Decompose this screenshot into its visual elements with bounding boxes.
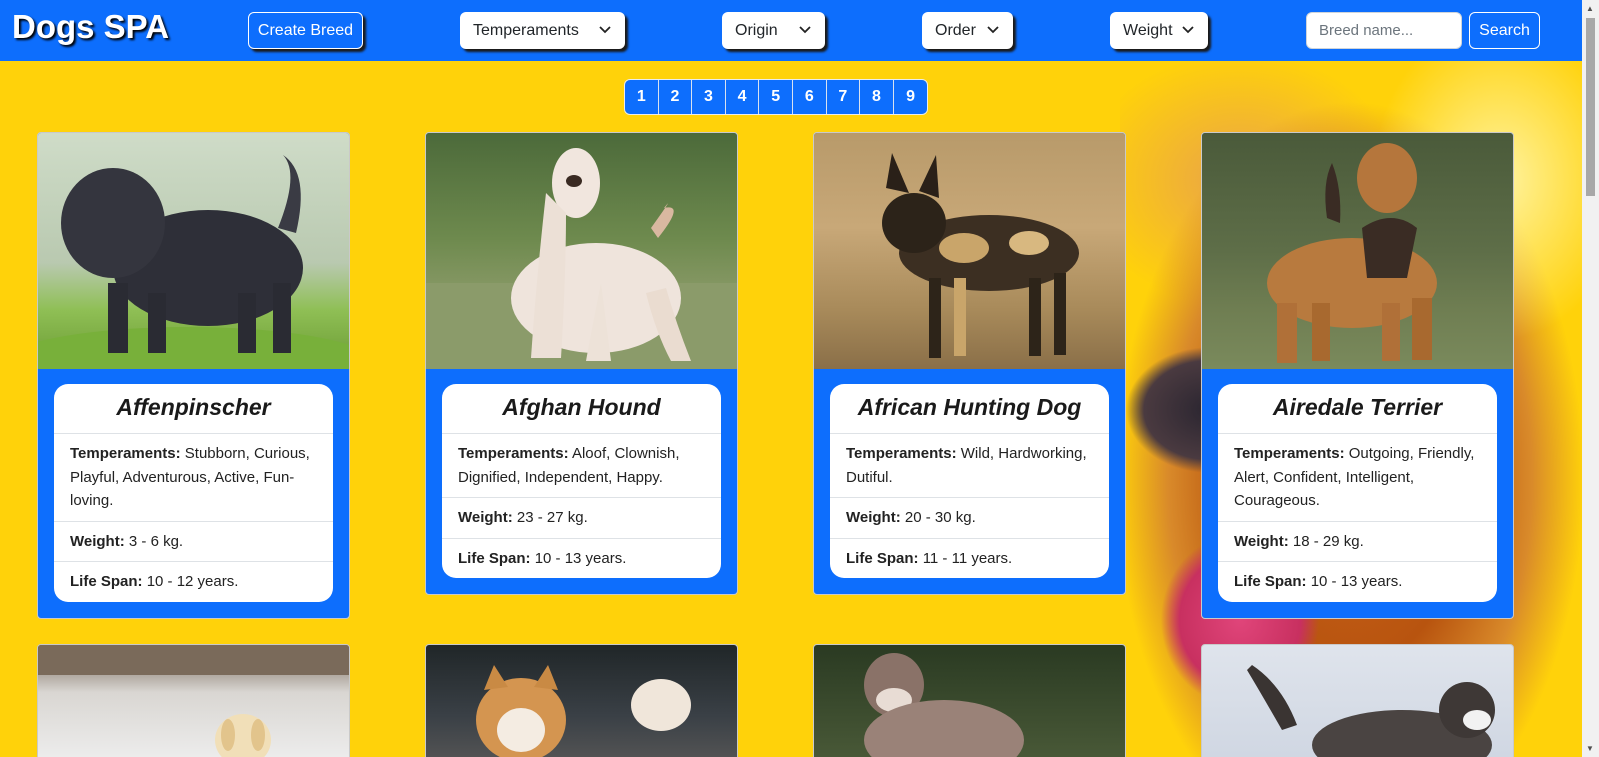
breed-card[interactable] xyxy=(1201,644,1514,757)
life-span-row: Life Span: 10 - 13 years. xyxy=(442,539,721,579)
breed-card[interactable] xyxy=(37,644,350,757)
navbar: Dogs SPA Create Breed Temperaments Origi… xyxy=(0,0,1582,61)
temperaments-select-label: Temperaments xyxy=(473,21,579,39)
breed-name: African Hunting Dog xyxy=(830,384,1109,434)
page-scrollbar[interactable]: ▲ ▼ xyxy=(1582,0,1599,757)
temperaments-row: Temperaments: Aloof, Clownish, Dignified… xyxy=(442,434,721,498)
life-span-label: Life Span: xyxy=(1234,573,1307,590)
weight-label: Weight: xyxy=(458,509,513,526)
affenpinscher-illustration xyxy=(38,155,349,369)
scroll-thumb[interactable] xyxy=(1586,18,1595,196)
breed-photo xyxy=(814,133,1125,369)
weight-row: Weight: 3 - 6 kg. xyxy=(54,522,333,562)
origin-select-label: Origin xyxy=(735,21,778,39)
breed-card[interactable]: Airedale Terrier Temperaments: Outgoing,… xyxy=(1201,132,1514,619)
chevron-down-icon xyxy=(599,26,611,34)
breed-photo xyxy=(426,133,737,369)
afghan-hound-illustration xyxy=(426,148,737,369)
chevron-down-icon xyxy=(1182,26,1194,34)
life-span-label: Life Span: xyxy=(846,549,919,567)
breed-card-body: Affenpinscher Temperaments: Stubborn, Cu… xyxy=(54,384,333,602)
life-span-row: Life Span: 11 - 11 years. xyxy=(830,539,1109,579)
weight-select-label: Weight xyxy=(1123,21,1173,39)
life-span-value: 10 - 13 years. xyxy=(534,549,627,567)
temperaments-label: Temperaments: xyxy=(458,445,569,462)
brand-logo[interactable]: Dogs SPA xyxy=(12,8,169,46)
chevron-down-icon xyxy=(799,26,811,34)
temperaments-row: Temperaments: Outgoing, Friendly, Alert,… xyxy=(1218,434,1497,522)
breed-photo xyxy=(1247,665,1495,757)
page-1-button[interactable]: 1 xyxy=(625,80,659,114)
breed-name: Airedale Terrier xyxy=(1218,384,1497,434)
life-span-row: Life Span: 10 - 12 years. xyxy=(54,562,333,602)
breed-card[interactable] xyxy=(425,644,738,757)
breed-name: Affenpinscher xyxy=(54,384,333,434)
temperaments-label: Temperaments: xyxy=(1234,445,1345,462)
temperaments-label: Temperaments: xyxy=(846,445,957,462)
origin-select[interactable]: Origin xyxy=(722,12,825,49)
breed-card[interactable]: Affenpinscher Temperaments: Stubborn, Cu… xyxy=(37,132,350,619)
pagination: 1 2 3 4 5 6 7 8 9 xyxy=(624,79,929,115)
weight-value: 18 - 29 kg. xyxy=(1292,532,1364,550)
order-select-label: Order xyxy=(935,21,976,39)
weight-row: Weight: 18 - 29 kg. xyxy=(1218,522,1497,562)
weight-row: Weight: 20 - 30 kg. xyxy=(830,498,1109,539)
temperaments-select[interactable]: Temperaments xyxy=(460,12,625,49)
page-5-button[interactable]: 5 xyxy=(759,80,793,114)
african-hunting-dog-illustration xyxy=(882,153,1079,358)
chevron-down-icon xyxy=(987,26,999,34)
scroll-down-arrow-icon[interactable]: ▼ xyxy=(1586,744,1594,753)
page-2-button[interactable]: 2 xyxy=(658,80,693,114)
order-select[interactable]: Order xyxy=(922,12,1013,49)
page-3-button[interactable]: 3 xyxy=(692,80,726,114)
airedale-terrier-illustration xyxy=(1267,143,1437,363)
life-span-row: Life Span: 10 - 13 years. xyxy=(1218,562,1497,602)
create-breed-button[interactable]: Create Breed xyxy=(248,12,363,49)
page-4-button[interactable]: 4 xyxy=(725,80,760,114)
weight-value: 3 - 6 kg. xyxy=(128,532,184,550)
weight-value: 20 - 30 kg. xyxy=(904,509,976,526)
weight-value: 23 - 27 kg. xyxy=(516,509,588,526)
breed-card-body: African Hunting Dog Temperaments: Wild, … xyxy=(830,384,1109,578)
breed-card[interactable]: African Hunting Dog Temperaments: Wild, … xyxy=(813,132,1126,595)
page-9-button[interactable]: 9 xyxy=(893,80,928,114)
search-button[interactable]: Search xyxy=(1469,12,1540,49)
breed-photo xyxy=(1202,133,1513,369)
breed-card-body: Afghan Hound Temperaments: Aloof, Clowni… xyxy=(442,384,721,578)
life-span-label: Life Span: xyxy=(70,573,143,590)
page-7-button[interactable]: 7 xyxy=(826,80,861,114)
breed-photo xyxy=(864,653,1024,757)
life-span-value: 10 - 13 years. xyxy=(1310,573,1403,590)
page-6-button[interactable]: 6 xyxy=(792,80,827,114)
breed-photo xyxy=(38,133,349,369)
life-span-label: Life Span: xyxy=(458,549,531,567)
temperaments-row: Temperaments: Wild, Hardworking, Dutiful… xyxy=(830,434,1109,498)
breed-photo xyxy=(38,645,349,757)
breed-card[interactable]: Afghan Hound Temperaments: Aloof, Clowni… xyxy=(425,132,738,595)
temperaments-label: Temperaments: xyxy=(70,445,181,462)
life-span-value: 10 - 12 years. xyxy=(146,573,239,590)
life-span-value: 11 - 11 years. xyxy=(922,549,1013,567)
weight-label: Weight: xyxy=(1234,532,1289,550)
page-8-button[interactable]: 8 xyxy=(860,80,894,114)
breed-card-body: Airedale Terrier Temperaments: Outgoing,… xyxy=(1218,384,1497,602)
breed-search-input[interactable]: Breed name... xyxy=(1306,12,1462,49)
weight-row: Weight: 23 - 27 kg. xyxy=(442,498,721,539)
breed-card[interactable] xyxy=(813,644,1126,757)
scroll-up-arrow-icon[interactable]: ▲ xyxy=(1586,4,1594,13)
weight-label: Weight: xyxy=(846,509,901,526)
search-placeholder: Breed name... xyxy=(1319,22,1414,39)
weight-select[interactable]: Weight xyxy=(1110,12,1208,49)
weight-label: Weight: xyxy=(70,532,125,550)
breed-name: Afghan Hound xyxy=(442,384,721,434)
temperaments-row: Temperaments: Stubborn, Curious, Playful… xyxy=(54,434,333,522)
breed-photo xyxy=(476,665,691,757)
